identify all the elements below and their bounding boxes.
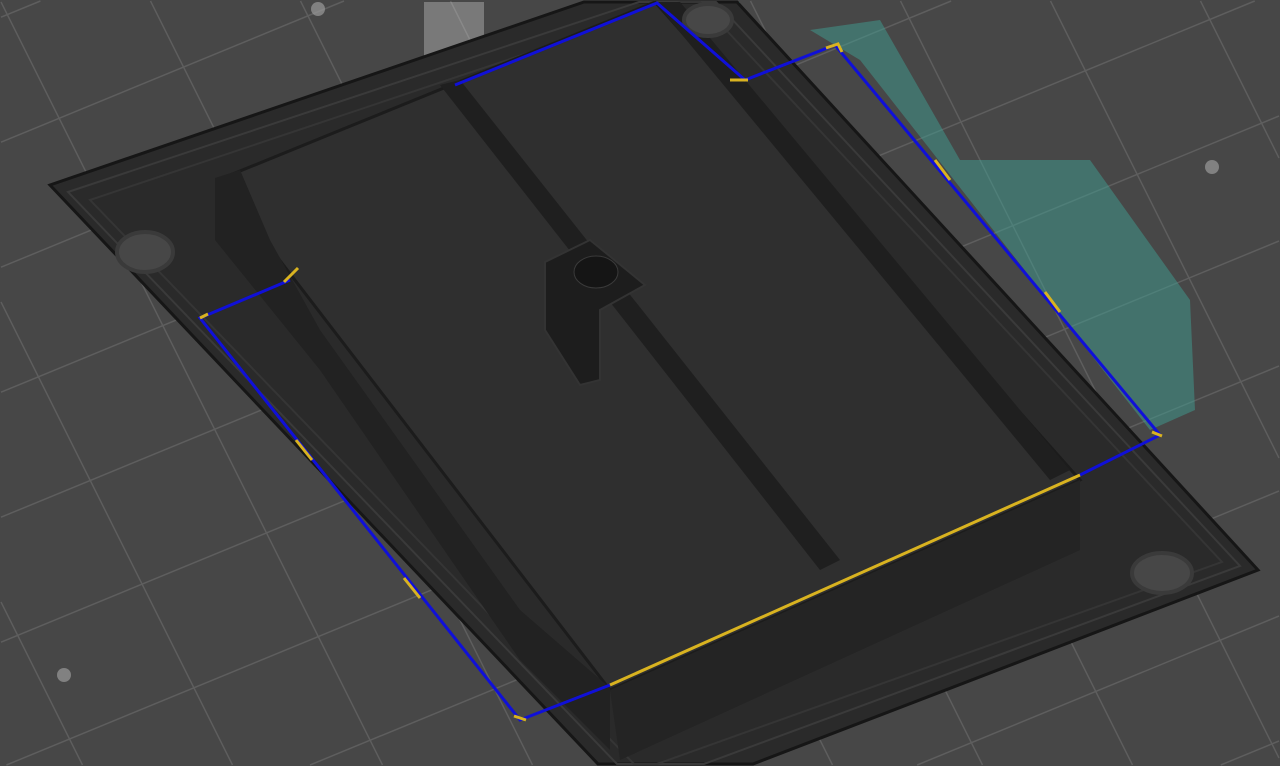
grid-line xyxy=(0,601,84,766)
screw-hole xyxy=(115,230,175,274)
grid-line xyxy=(0,301,234,766)
3d-preview-viewport[interactable] xyxy=(0,0,1280,766)
grid-line xyxy=(1199,0,1280,159)
screw-hole xyxy=(1130,551,1194,595)
preview-canvas[interactable] xyxy=(0,0,1280,766)
tray-model xyxy=(47,0,1261,766)
grid-line xyxy=(1220,740,1280,766)
